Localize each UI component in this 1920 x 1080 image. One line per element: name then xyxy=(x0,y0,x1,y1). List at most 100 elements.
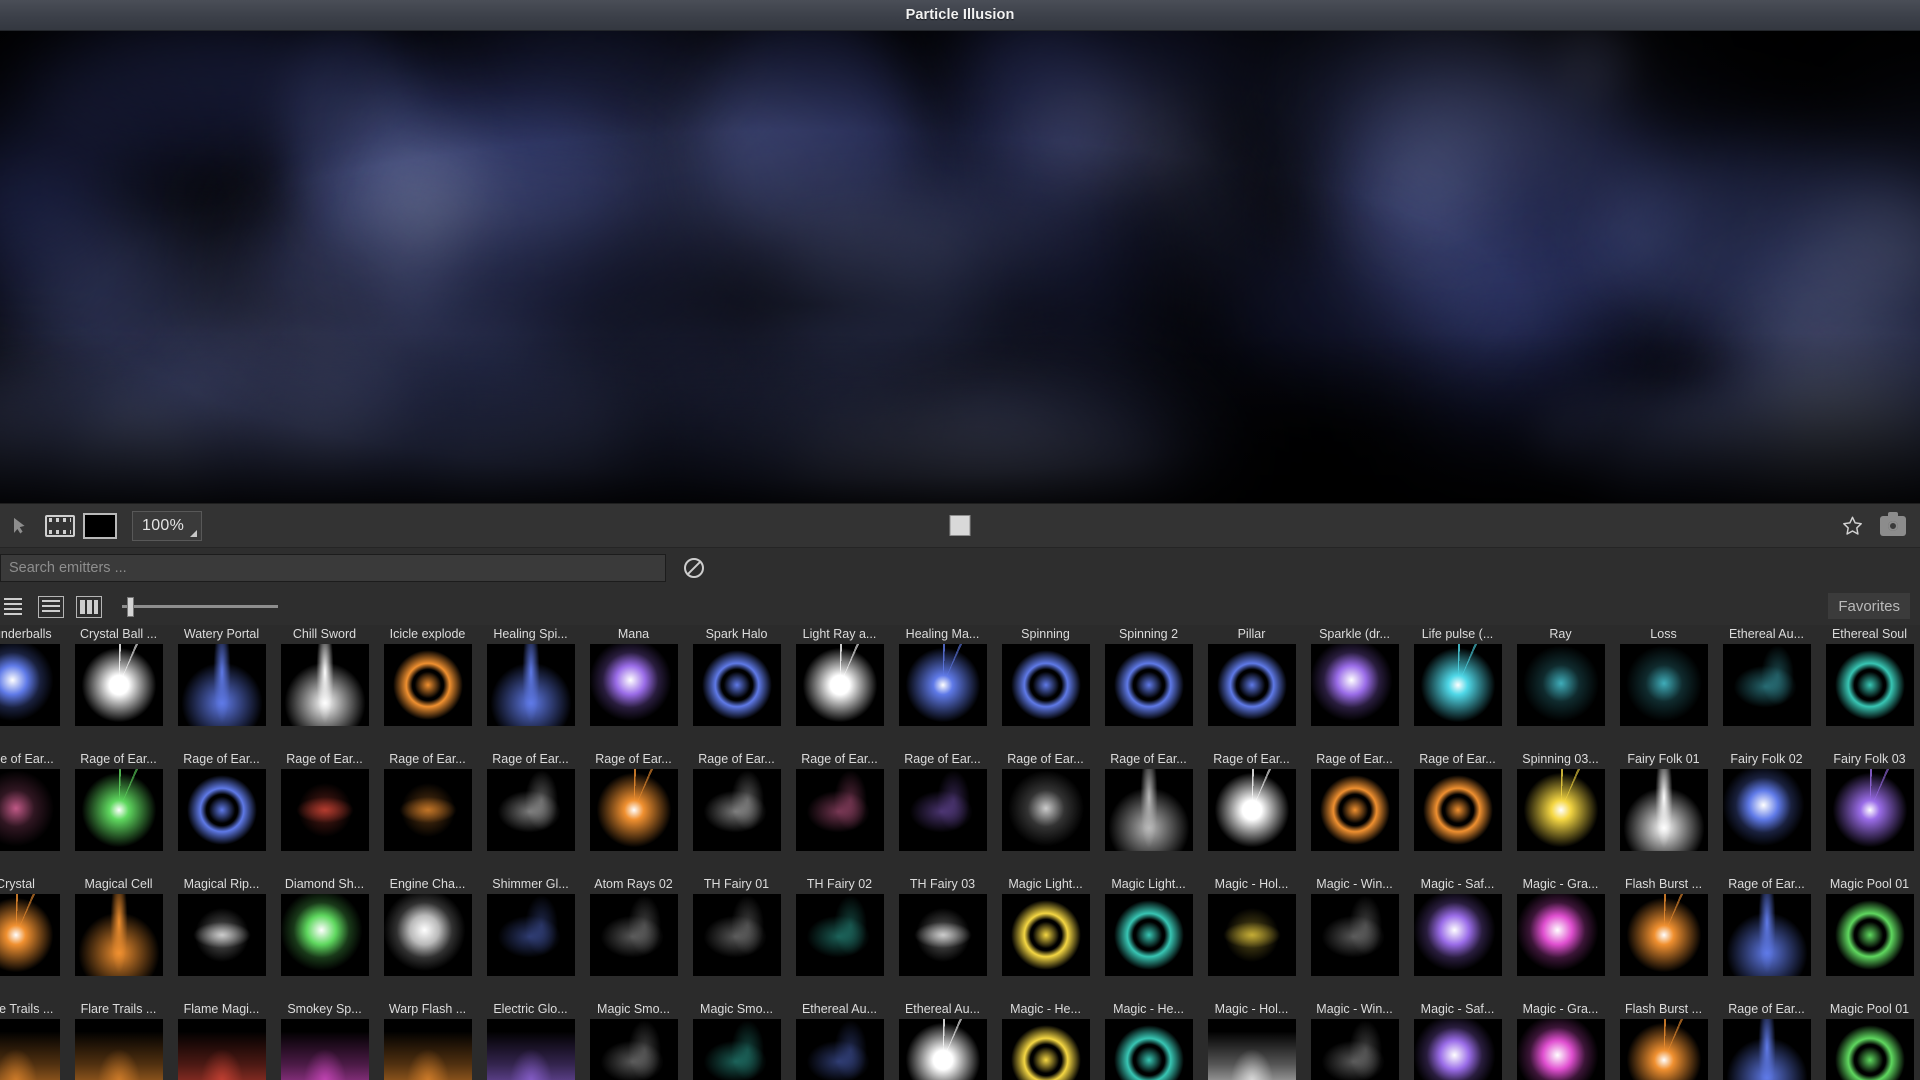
emitter-cell[interactable]: Ethereal Soul xyxy=(1818,625,1920,726)
emitter-thumbnail[interactable] xyxy=(795,1019,884,1080)
thumbnail-size-slider[interactable] xyxy=(122,596,278,618)
emitter-cell[interactable]: Fairy Folk 03 xyxy=(1818,750,1920,851)
emitter-cell[interactable]: Pillar xyxy=(1200,625,1303,726)
emitter-thumbnail[interactable] xyxy=(1310,894,1399,976)
emitter-thumbnail[interactable] xyxy=(74,644,163,726)
emitter-cell[interactable]: Rage of Ear... xyxy=(170,750,273,851)
emitter-thumbnail[interactable] xyxy=(1825,644,1914,726)
emitter-thumbnail[interactable] xyxy=(74,894,163,976)
emitter-thumbnail[interactable] xyxy=(1722,1019,1811,1080)
emitter-cell[interactable]: Fairy Folk 01 xyxy=(1612,750,1715,851)
emitter-cell[interactable]: TH Fairy 01 xyxy=(685,875,788,976)
emitter-thumbnail[interactable] xyxy=(1413,769,1502,851)
emitter-cell[interactable]: Engine Cha... xyxy=(376,875,479,976)
emitter-cell[interactable]: Rage of Ear... xyxy=(67,750,170,851)
emitter-thumbnail[interactable] xyxy=(1001,644,1090,726)
emitter-cell[interactable]: Magic - Win... xyxy=(1303,875,1406,976)
emitter-cell[interactable]: Magic - He... xyxy=(1097,1000,1200,1080)
emitter-cell[interactable]: Flash Burst ... xyxy=(1612,1000,1715,1080)
emitter-thumbnail[interactable] xyxy=(898,644,987,726)
emitter-thumbnail[interactable] xyxy=(177,769,266,851)
emitter-thumbnail[interactable] xyxy=(0,1019,60,1080)
emitter-cell[interactable]: Sparkle (dr... xyxy=(1303,625,1406,726)
emitter-cell[interactable]: Icicle explode xyxy=(376,625,479,726)
emitter-cell[interactable]: Magic Pool 01 xyxy=(1818,875,1920,976)
emitter-cell[interactable]: Magic - Hol... xyxy=(1200,875,1303,976)
emitter-thumbnail[interactable] xyxy=(692,1019,781,1080)
emitter-thumbnail[interactable] xyxy=(898,894,987,976)
emitter-thumbnail[interactable] xyxy=(0,644,60,726)
emitter-thumbnail[interactable] xyxy=(589,1019,678,1080)
emitter-thumbnail[interactable] xyxy=(74,1019,163,1080)
emitter-cell[interactable]: Rage of Ear... xyxy=(1200,750,1303,851)
emitter-cell[interactable]: Flame Magi... xyxy=(170,1000,273,1080)
emitter-cell[interactable]: Rage of Ear... xyxy=(1715,875,1818,976)
emitter-cell[interactable]: Rage of Ear... xyxy=(1715,1000,1818,1080)
detail-view-icon[interactable] xyxy=(38,595,64,618)
emitter-cell[interactable]: Flare Trails ... xyxy=(67,1000,170,1080)
emitter-thumbnail[interactable] xyxy=(486,769,575,851)
star-icon[interactable] xyxy=(1841,515,1864,537)
emitter-cell[interactable]: Crystal Ball ... xyxy=(67,625,170,726)
emitter-cell[interactable]: Spark Halo xyxy=(685,625,788,726)
emitter-cell[interactable]: Watery Portal xyxy=(170,625,273,726)
emitter-thumbnail[interactable] xyxy=(1516,644,1605,726)
stop-button[interactable] xyxy=(949,515,971,536)
emitter-cell[interactable]: Magic - He... xyxy=(994,1000,1097,1080)
camera-icon[interactable] xyxy=(1880,511,1906,536)
emitter-library-panel[interactable]: Thunderballs Crystal Ball ... Watery Porta… xyxy=(0,625,1920,1080)
emitter-cell[interactable]: Magic - Gra... xyxy=(1509,1000,1612,1080)
emitter-thumbnail[interactable] xyxy=(692,769,781,851)
emitter-cell[interactable]: Magic - Saf... xyxy=(1406,1000,1509,1080)
selection-tool-button[interactable] xyxy=(0,511,40,541)
emitter-cell[interactable]: Loss xyxy=(1612,625,1715,726)
slider-handle[interactable] xyxy=(127,596,134,617)
clear-filter-icon[interactable] xyxy=(684,558,704,578)
emitter-cell[interactable]: Magic - Saf... xyxy=(1406,875,1509,976)
emitter-cell[interactable]: Rage of Ear... xyxy=(994,750,1097,851)
emitter-cell[interactable]: Chill Sword xyxy=(273,625,376,726)
emitter-thumbnail[interactable] xyxy=(1825,769,1914,851)
emitter-thumbnail[interactable] xyxy=(692,644,781,726)
emitter-cell[interactable]: Life pulse (... xyxy=(1406,625,1509,726)
emitter-thumbnail[interactable] xyxy=(74,769,163,851)
emitter-cell[interactable]: Shimmer Gl... xyxy=(479,875,582,976)
emitter-thumbnail[interactable] xyxy=(898,1019,987,1080)
emitter-cell[interactable]: Magic - Hol... xyxy=(1200,1000,1303,1080)
emitter-cell[interactable]: Mana xyxy=(582,625,685,726)
emitter-cell[interactable]: Spinning 2 xyxy=(1097,625,1200,726)
emitter-cell[interactable]: Magic - Gra... xyxy=(1509,875,1612,976)
emitter-thumbnail[interactable] xyxy=(1619,644,1708,726)
emitter-cell[interactable]: Warp Flash ... xyxy=(376,1000,479,1080)
emitter-cell[interactable]: Rage of Ear... xyxy=(1406,750,1509,851)
emitter-thumbnail[interactable] xyxy=(383,894,472,976)
emitter-thumbnail[interactable] xyxy=(795,894,884,976)
preview-canvas[interactable] xyxy=(0,31,1920,503)
emitter-cell[interactable]: Rage of Ear... xyxy=(685,750,788,851)
emitter-thumbnail[interactable] xyxy=(1207,644,1296,726)
emitter-cell[interactable]: Diamond Sh... xyxy=(273,875,376,976)
emitter-thumbnail[interactable] xyxy=(1825,894,1914,976)
emitter-thumbnail[interactable] xyxy=(1413,894,1502,976)
emitter-thumbnail[interactable] xyxy=(1722,769,1811,851)
emitter-thumbnail[interactable] xyxy=(1516,1019,1605,1080)
emitter-thumbnail[interactable] xyxy=(1722,894,1811,976)
emitter-cell[interactable]: Magical Cell xyxy=(67,875,170,976)
emitter-thumbnail[interactable] xyxy=(486,1019,575,1080)
emitter-thumbnail[interactable] xyxy=(1516,894,1605,976)
background-color-button[interactable] xyxy=(80,511,120,541)
emitter-cell[interactable]: Flash Burst ... xyxy=(1612,875,1715,976)
emitter-cell[interactable]: Crystal xyxy=(0,875,67,976)
emitter-thumbnail[interactable] xyxy=(589,769,678,851)
emitter-cell[interactable]: Rage of Ear... xyxy=(273,750,376,851)
emitter-thumbnail[interactable] xyxy=(383,1019,472,1080)
emitter-cell[interactable]: Magic - Win... xyxy=(1303,1000,1406,1080)
zoom-level-dropdown[interactable]: 100% xyxy=(132,510,202,541)
emitter-cell[interactable]: Magical Rip... xyxy=(170,875,273,976)
emitter-cell[interactable]: Healing Spi... xyxy=(479,625,582,726)
emitter-thumbnail[interactable] xyxy=(589,644,678,726)
emitter-thumbnail[interactable] xyxy=(1104,644,1193,726)
emitter-thumbnail[interactable] xyxy=(383,644,472,726)
emitter-cell[interactable]: Thunderballs xyxy=(0,625,67,726)
emitter-thumbnail[interactable] xyxy=(1001,1019,1090,1080)
